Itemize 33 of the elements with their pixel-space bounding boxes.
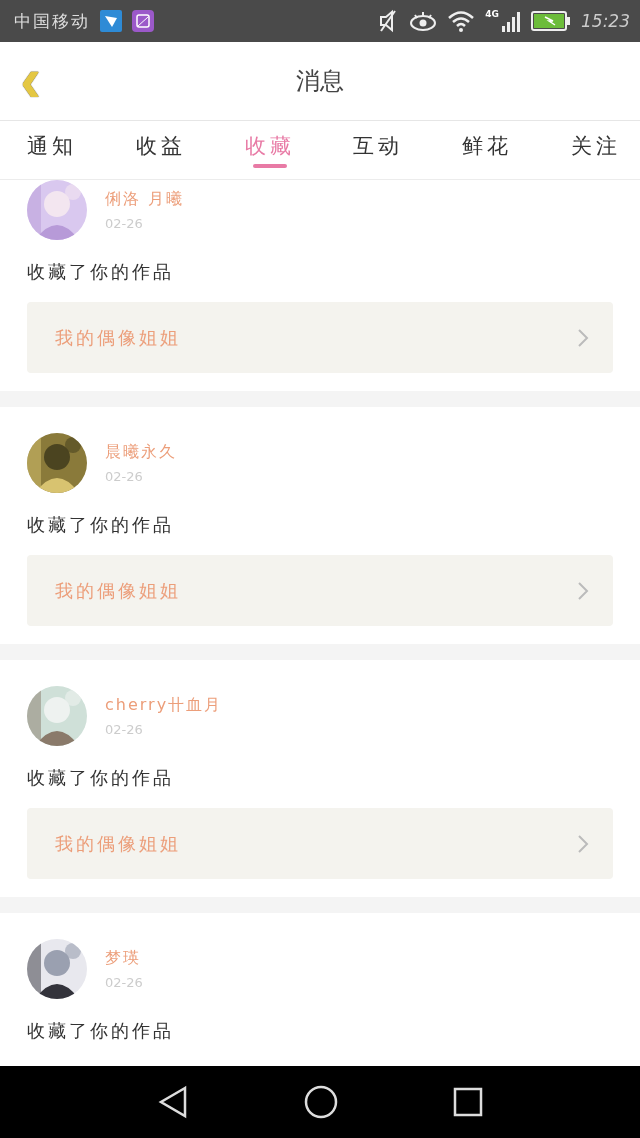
tab[interactable]: 收藏 — [231, 121, 308, 179]
message-text: 收藏了你的作品 — [27, 1019, 175, 1043]
gallery-icon — [132, 10, 154, 32]
message-text: 收藏了你的作品 — [27, 513, 175, 537]
chevron-icon — [577, 327, 589, 348]
message-text: 收藏了你的作品 — [27, 260, 175, 284]
work-link[interactable]: 我的偶像姐姐 — [27, 808, 613, 879]
user-name[interactable]: 俐洛 月曦 — [105, 189, 185, 210]
tab[interactable]: 互动 — [340, 121, 417, 179]
signal-icon — [501, 10, 521, 32]
chevron-icon — [577, 833, 589, 854]
network-type: 4G — [485, 9, 499, 19]
page-title: 消息 — [296, 66, 344, 97]
app-icon — [100, 10, 122, 32]
tab[interactable]: 鲜花 — [449, 121, 526, 179]
user-name[interactable]: 晨曦永久 — [105, 442, 177, 463]
tab[interactable]: 通知 — [14, 121, 90, 179]
eye-icon — [409, 11, 438, 31]
tab[interactable]: 关注 — [558, 121, 634, 179]
clock-time: 15:23 — [581, 11, 630, 31]
carrier-name: 中国移动 — [14, 9, 90, 33]
work-link[interactable]: 我的偶像姐姐 — [27, 555, 613, 626]
back-button[interactable]: ‹ — [14, 54, 48, 104]
tab[interactable]: 收益 — [122, 121, 199, 179]
wifi-icon — [447, 10, 476, 32]
message-text: 收藏了你的作品 — [27, 766, 175, 790]
home-nav-icon[interactable] — [304, 1085, 338, 1119]
user-name[interactable]: cherry卄血月 — [105, 695, 223, 716]
recents-nav-icon[interactable] — [452, 1087, 483, 1117]
chevron-icon — [577, 580, 589, 601]
work-link[interactable]: 我的偶像姐姐 — [27, 302, 613, 373]
user-name[interactable]: 梦瑛 — [105, 948, 143, 969]
battery-icon — [531, 11, 571, 31]
